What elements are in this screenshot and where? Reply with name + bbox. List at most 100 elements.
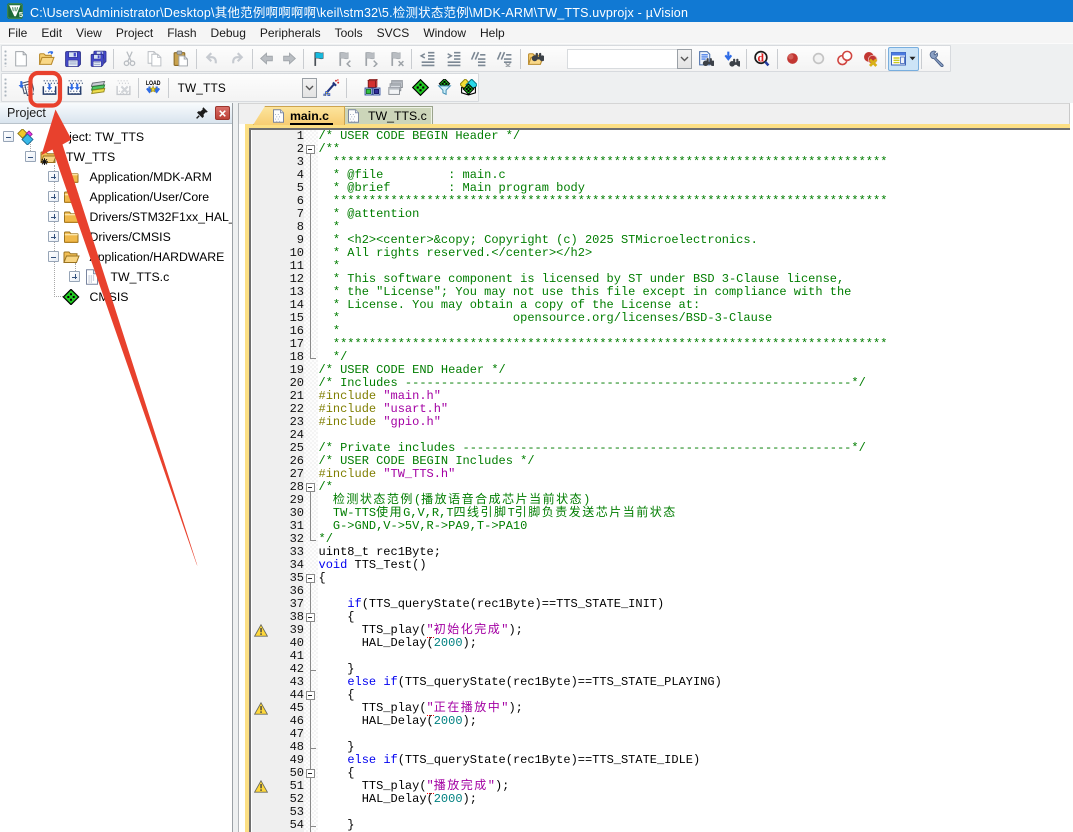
indent-button[interactable] [440, 47, 466, 71]
open-file-button[interactable] [34, 47, 60, 71]
code-line [319, 728, 1073, 741]
cut-button[interactable] [116, 47, 142, 71]
fold-collapse-box[interactable] [306, 613, 315, 622]
pin-icon[interactable] [195, 106, 209, 120]
bookmark-prev-button[interactable] [332, 47, 358, 71]
tree-item-tw-tts-c[interactable]: TW_TTS.c [0, 267, 232, 287]
expand-minus-icon[interactable] [25, 151, 36, 162]
bookmark-next-button[interactable] [358, 47, 384, 71]
breakpoint-enable-button[interactable] [806, 47, 832, 71]
menu-window[interactable]: Window [416, 23, 473, 43]
expand-plus-icon[interactable] [48, 171, 59, 182]
target-dropdown[interactable] [302, 78, 317, 98]
multi-project-button[interactable] [384, 76, 408, 100]
find-text-input[interactable] [567, 49, 677, 69]
menu-peripherals[interactable]: Peripherals [253, 23, 328, 43]
comment-button[interactable] [466, 47, 492, 71]
window-layout-button[interactable] [888, 47, 919, 71]
expand-plus-icon[interactable] [48, 231, 59, 242]
pack-installer-button[interactable] [456, 76, 480, 100]
unindent-button[interactable] [414, 47, 440, 71]
bookmark-clear-button[interactable] [384, 47, 410, 71]
fold-line [310, 520, 311, 533]
menu-svcs[interactable]: SVCS [370, 23, 417, 43]
code-line: HAL_Delay(2000); [319, 637, 1073, 650]
rebuild-button[interactable] [62, 76, 87, 100]
menu-project[interactable]: Project [109, 23, 160, 43]
save-button[interactable] [60, 47, 86, 71]
menu-view[interactable]: View [69, 23, 109, 43]
translate-button[interactable] [13, 76, 38, 100]
redo-button[interactable] [224, 47, 250, 71]
expand-plus-icon[interactable] [48, 191, 59, 202]
fold-collapse-box[interactable] [306, 769, 315, 778]
breakpoint-kill-all-button[interactable] [857, 47, 883, 71]
uncomment-button[interactable] [492, 47, 518, 71]
expand-plus-icon[interactable] [69, 271, 80, 282]
tree-item-cmsis[interactable]: CMSIS [0, 287, 232, 307]
bookmark-toggle-button[interactable] [306, 47, 332, 71]
toolbar-grip[interactable] [2, 74, 8, 101]
tree-item-application-mdk-arm[interactable]: Application/MDK-ARM [0, 167, 232, 187]
menu-edit[interactable]: Edit [34, 23, 69, 43]
tab-main-c[interactable]: main.c [253, 106, 345, 125]
tree-item-tw-tts[interactable]: TW_TTS [0, 147, 232, 167]
select-packs-button[interactable] [432, 76, 456, 100]
paste-button[interactable] [168, 47, 194, 71]
fold-collapse-box[interactable] [306, 691, 315, 700]
expand-plus-icon[interactable] [48, 211, 59, 222]
close-panel-button[interactable] [215, 106, 230, 120]
fold-tick [310, 670, 316, 671]
download-icon: LOAD [145, 79, 162, 96]
find-combo-dropdown[interactable] [677, 49, 692, 69]
expand-minus-icon[interactable] [48, 251, 59, 262]
breakpoint-disable-all-button[interactable] [831, 47, 857, 71]
tree-item-application-user-core[interactable]: Application/User/Core [0, 187, 232, 207]
options-for-target-button[interactable] [320, 76, 345, 100]
uvision-logo-icon: 5 [7, 3, 23, 19]
toolbar-separator [252, 49, 253, 69]
expand-minus-icon[interactable] [3, 131, 14, 142]
copy-button[interactable] [142, 47, 168, 71]
tree-item-drivers-cmsis[interactable]: Drivers/CMSIS [0, 227, 232, 247]
window-layout-icon [891, 52, 906, 66]
tab-tw-tts-c[interactable]: TW_TTS.c [333, 106, 433, 125]
fold-line [310, 793, 311, 806]
fold-collapse-box[interactable] [306, 574, 315, 583]
fold-collapse-box[interactable] [306, 483, 315, 492]
folder-icon [62, 189, 80, 205]
menu-bar: FileEditViewProjectFlashDebugPeripherals… [0, 22, 1073, 44]
target-select[interactable]: TW_TTS [171, 77, 302, 99]
nav-forward-button[interactable] [278, 47, 301, 71]
menu-debug[interactable]: Debug [204, 23, 253, 43]
tree-item-drivers-stm32f1xx-hal-driv[interactable]: Drivers/STM32F1xx_HAL_Driv [0, 207, 232, 227]
configure-button[interactable] [924, 47, 950, 71]
menu-tools[interactable]: Tools [328, 23, 370, 43]
find-incremental-button[interactable] [718, 47, 744, 71]
tree-item-application-hardware[interactable]: Application/HARDWARE [0, 247, 232, 267]
save-all-button[interactable] [85, 47, 111, 71]
download-button[interactable]: LOAD [141, 76, 166, 100]
code-view[interactable]: /* USER CODE BEGIN Header *//** ********… [319, 130, 1073, 832]
menu-help[interactable]: Help [473, 23, 512, 43]
run-time-environment-button[interactable] [408, 76, 432, 100]
fold-collapse-box[interactable] [306, 145, 315, 154]
stop-build-button[interactable] [111, 76, 136, 100]
menu-file[interactable]: File [1, 23, 34, 43]
fold-line [310, 208, 311, 221]
find-in-files-button[interactable] [523, 47, 549, 71]
fold-line [310, 234, 311, 247]
new-file-button[interactable] [8, 47, 34, 71]
manage-components-button[interactable] [360, 76, 384, 100]
nav-back-button[interactable] [255, 47, 278, 71]
undo-button[interactable] [199, 47, 225, 71]
toolbar-grip[interactable] [2, 46, 8, 71]
menu-flash[interactable]: Flash [160, 23, 203, 43]
build-button[interactable] [38, 76, 63, 100]
debug-session-button[interactable]: d [749, 47, 775, 71]
breakpoint-toggle-button[interactable] [780, 47, 806, 71]
cut-icon [121, 50, 138, 67]
find-button[interactable] [692, 47, 718, 71]
batch-build-button[interactable] [87, 76, 112, 100]
tree-item-project-tw-tts[interactable]: Project: TW_TTS [0, 127, 232, 147]
